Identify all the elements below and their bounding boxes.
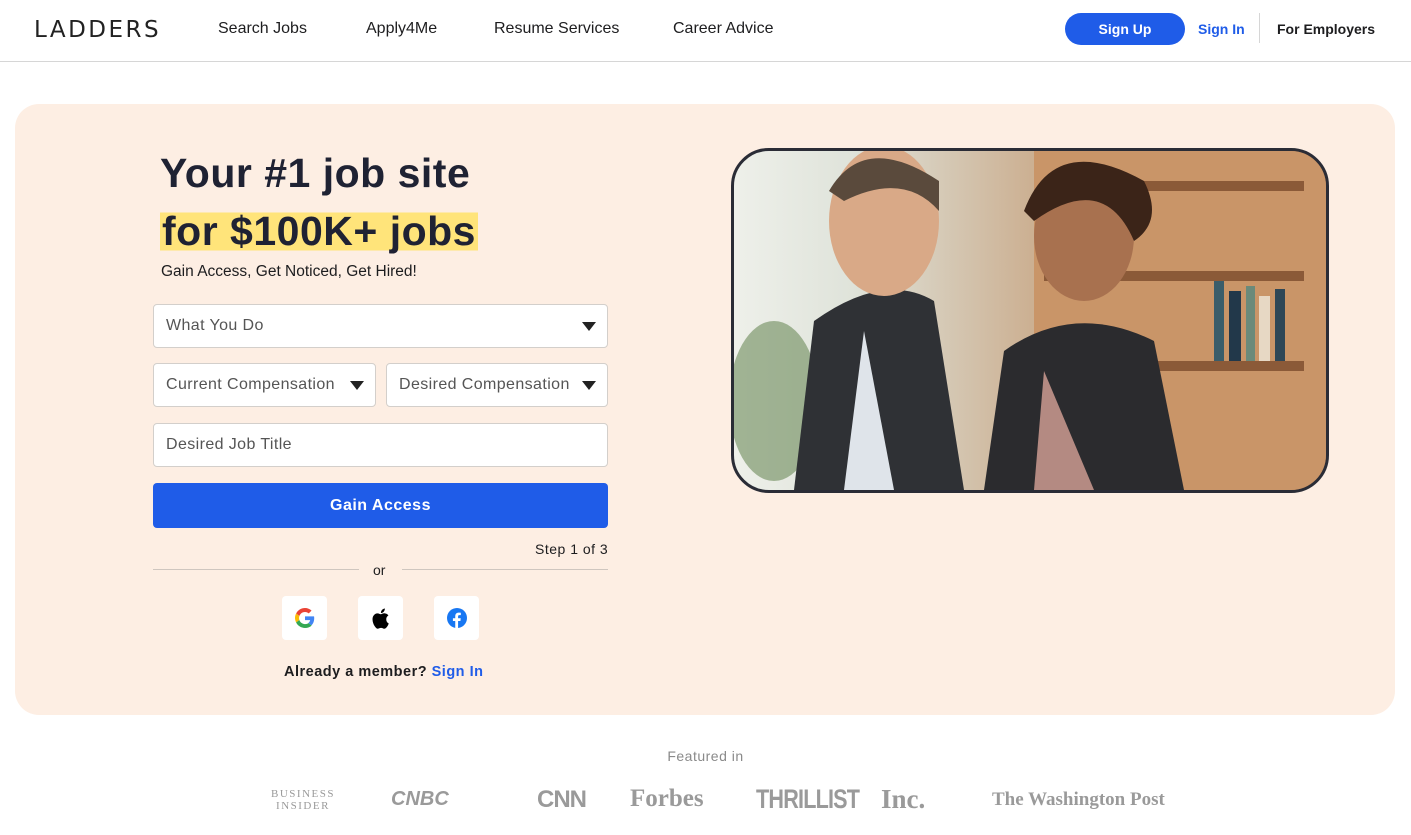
facebook-sign-in-button[interactable] [434, 596, 479, 640]
caret-down-icon [350, 381, 364, 390]
press-business-insider-logo: BUSINESS INSIDER [271, 788, 335, 812]
sign-up-button[interactable]: Sign Up [1065, 13, 1185, 45]
current-compensation-select[interactable]: Current Compensation [153, 363, 376, 407]
gain-access-button[interactable]: Gain Access [153, 483, 608, 528]
apple-icon [372, 608, 389, 629]
or-text: or [373, 562, 386, 578]
desired-compensation-select[interactable]: Desired Compensation [386, 363, 608, 407]
sign-in-link[interactable]: Sign In [1198, 21, 1245, 37]
nav-search-jobs[interactable]: Search Jobs [218, 20, 307, 38]
site-header: LADDERS Search Jobs Apply4Me Resume Serv… [0, 0, 1411, 62]
press-thrillist-logo: THRILLIST [756, 784, 860, 814]
member-sign-in-link[interactable]: Sign In [432, 664, 484, 680]
what-you-do-placeholder: What You Do [166, 317, 264, 334]
headline-line-1: Your #1 job site [160, 150, 471, 196]
ladders-logo[interactable]: LADDERS [34, 17, 161, 43]
featured-in-heading: Featured in [667, 748, 744, 764]
nav-resume-services[interactable]: Resume Services [494, 20, 619, 38]
google-sign-in-button[interactable] [282, 596, 327, 640]
desired-compensation-placeholder: Desired Compensation [399, 376, 570, 393]
or-divider-left [153, 569, 359, 570]
headline-highlight: for $100K+ jobs [160, 208, 478, 254]
apple-sign-in-button[interactable] [358, 596, 403, 640]
already-member-text: Already a member? Sign In [284, 664, 483, 680]
nav-career-advice[interactable]: Career Advice [673, 20, 774, 38]
headline-line-2: for $100K+ jobs [160, 208, 478, 254]
current-compensation-placeholder: Current Compensation [166, 376, 335, 393]
google-icon [294, 608, 314, 628]
facebook-icon [446, 608, 467, 628]
or-divider-right [402, 569, 608, 570]
caret-down-icon [582, 322, 596, 331]
hero-photo [731, 148, 1329, 493]
press-inc-logo: Inc. [881, 784, 926, 814]
press-cnbc-logo: CNBC [391, 788, 449, 810]
step-indicator: Step 1 of 3 [535, 541, 609, 557]
desired-job-title-placeholder: Desired Job Title [166, 436, 292, 453]
hero-photo-illustration [734, 151, 1326, 490]
subheadline: Gain Access, Get Noticed, Get Hired! [161, 263, 417, 280]
already-member-label: Already a member? [284, 664, 428, 680]
for-employers-link[interactable]: For Employers [1277, 21, 1375, 37]
caret-down-icon [582, 381, 596, 390]
press-cnn-logo: CNN [537, 786, 587, 813]
desired-job-title-input[interactable]: Desired Job Title [153, 423, 608, 467]
nav-apply4me[interactable]: Apply4Me [366, 20, 437, 38]
press-forbes-logo: Forbes [630, 785, 704, 812]
header-divider [1259, 13, 1260, 43]
press-washington-post-logo: The Washington Post [992, 789, 1165, 810]
what-you-do-select[interactable]: What You Do [153, 304, 608, 348]
